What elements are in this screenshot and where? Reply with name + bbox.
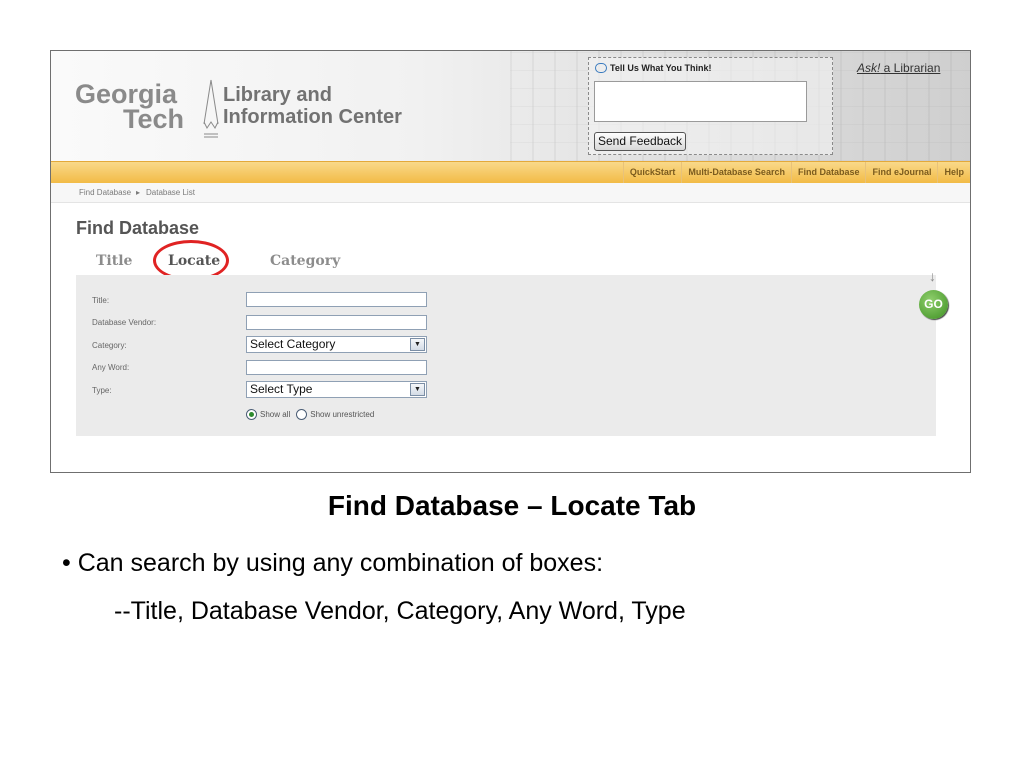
ask-a-librarian-link[interactable]: Ask! a Librarian <box>857 61 940 75</box>
nav-multi-database-search[interactable]: Multi-Database Search <box>681 162 791 183</box>
breadcrumb-separator-icon: ▸ <box>136 188 141 197</box>
type-select-value: Select Type <box>250 382 313 396</box>
page-title: Find Database <box>76 218 200 238</box>
database-vendor-label: Database Vendor: <box>92 318 157 327</box>
tab-category[interactable]: Category <box>270 253 340 269</box>
any-word-input[interactable] <box>246 360 427 375</box>
show-unrestricted-label: Show unrestricted <box>310 410 375 419</box>
nav-bar: QuickStart Multi-Database Search Find Da… <box>51 161 970 184</box>
site-header: Georgia Tech Library and Information Cen… <box>51 51 970 161</box>
chevron-down-icon: ▼ <box>410 338 425 351</box>
title-input[interactable] <box>246 292 427 307</box>
breadcrumb-database-list: Database List <box>146 188 195 197</box>
database-vendor-input[interactable] <box>246 315 427 330</box>
speech-bubble-icon <box>595 63 607 73</box>
logo-library-line1: Library and <box>223 84 332 106</box>
breadcrumb-find-database[interactable]: Find Database <box>79 183 131 202</box>
feedback-heading: Tell Us What You Think! <box>595 63 712 73</box>
screenshot-frame: Georgia Tech Library and Information Cen… <box>50 50 971 473</box>
tower-logo-icon <box>203 79 219 138</box>
feedback-heading-text: Tell Us What You Think! <box>610 63 712 73</box>
show-unrestricted-radio[interactable] <box>296 409 308 420</box>
tab-title[interactable]: Title <box>96 253 132 269</box>
title-label: Title: <box>92 296 110 305</box>
slide-bullet: • Can search by using any combination of… <box>62 549 603 578</box>
category-select-value: Select Category <box>250 337 336 351</box>
go-button[interactable]: GO <box>919 290 948 319</box>
logo-library-line2: Information Center <box>223 106 402 128</box>
type-label: Type: <box>92 386 112 395</box>
nav-help[interactable]: Help <box>937 162 970 183</box>
locate-form-panel: Title: Database Vendor: Category: Select… <box>76 275 936 436</box>
slide-heading: Find Database – Locate Tab <box>327 490 697 521</box>
nav-links: QuickStart Multi-Database Search Find Da… <box>622 162 970 183</box>
nav-quickstart[interactable]: QuickStart <box>622 162 682 183</box>
bullet-text: Can search by using any combination of b… <box>77 549 604 577</box>
nav-find-ejournal[interactable]: Find eJournal <box>865 162 937 183</box>
send-feedback-button[interactable]: Send Feedback <box>594 132 687 151</box>
feedback-textarea[interactable] <box>594 81 807 122</box>
chevron-down-icon: ▼ <box>410 383 425 396</box>
down-arrow-icon: ↓ <box>929 268 936 284</box>
ask-rest: a Librarian <box>880 61 941 75</box>
category-select[interactable]: Select Category ▼ <box>246 336 427 353</box>
logo-tech-text: Tech <box>123 104 185 134</box>
breadcrumb: Find Database ▸ Database List <box>51 183 970 203</box>
show-all-radio[interactable] <box>246 409 257 420</box>
ask-word: Ask! <box>857 61 881 75</box>
type-select[interactable]: Select Type ▼ <box>246 381 427 398</box>
show-all-label: Show all <box>260 410 291 419</box>
restriction-radio-group: Show all Show unrestricted <box>246 409 374 420</box>
bullet-icon: • <box>62 549 71 577</box>
slide-subline: --Title, Database Vendor, Category, Any … <box>114 597 686 625</box>
nav-find-database[interactable]: Find Database <box>790 162 866 183</box>
category-label: Category: <box>92 341 127 350</box>
any-word-label: Any Word: <box>92 363 130 372</box>
feedback-box: Tell Us What You Think! Send Feedback <box>588 57 833 155</box>
